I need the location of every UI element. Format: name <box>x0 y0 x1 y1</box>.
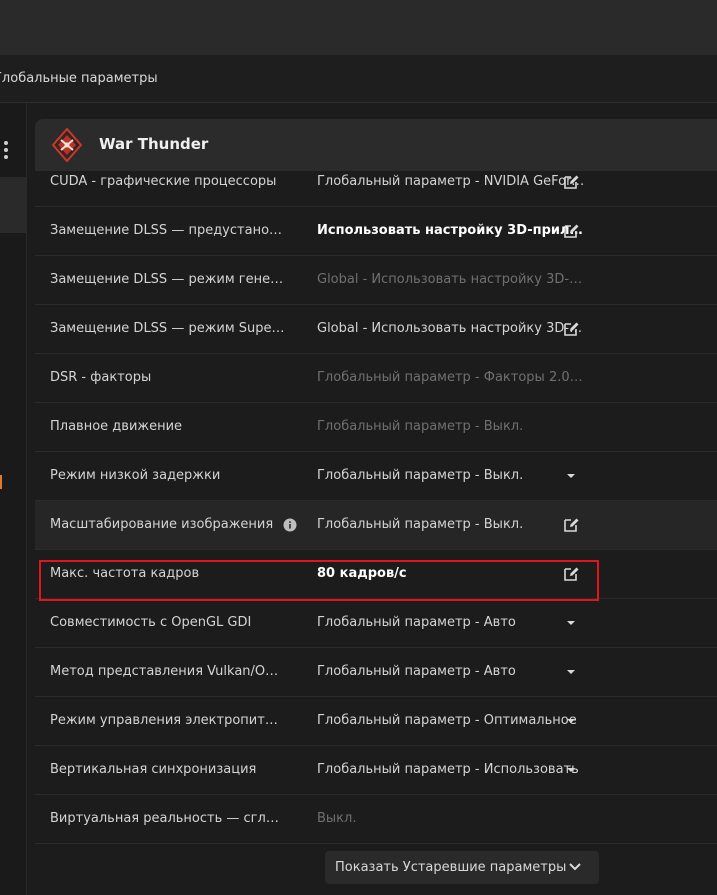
edit-icon[interactable] <box>562 565 580 583</box>
setting-value: Глобальный параметр - Выкл. <box>317 419 524 434</box>
setting-label: Метод представления Vulkan/OpenGL <box>50 664 285 679</box>
settings-list: CUDA - графические процессоры Глобальный … <box>35 163 717 844</box>
setting-value[interactable]: Глобальный параметр - Авто <box>317 664 585 679</box>
setting-row[interactable]: Плавное движение Глобальный параметр - Вы… <box>35 403 717 452</box>
setting-value: Global - Использовать настройку 3D-прило… <box>317 272 585 287</box>
setting-label: Замещение DLSS — предустановка <box>50 223 285 238</box>
setting-row[interactable]: Замещение DLSS — режим генерации кадров G… <box>35 256 717 305</box>
chevron-down-icon[interactable] <box>562 467 580 485</box>
setting-label: Масштабирование изображения <box>50 517 274 532</box>
setting-label: Совместимость с OpenGL GDI <box>50 615 252 630</box>
setting-label: CUDA - графические процессоры <box>50 174 277 189</box>
chevron-down-icon[interactable] <box>562 712 580 730</box>
setting-value[interactable]: Global - Использовать настройку 3D-прило… <box>317 321 585 336</box>
setting-label: Режим управления электропитанием <box>50 713 285 728</box>
setting-row[interactable]: Виртуальная реальность — сглаживание Выкл… <box>35 795 717 844</box>
setting-row[interactable]: Замещение DLSS — предустановка Использова… <box>35 207 717 256</box>
program-list-panel <box>0 103 27 895</box>
setting-row[interactable]: Режим низкой задержки Глобальный параметр… <box>35 452 717 501</box>
setting-label: Вертикальная синхронизация <box>50 762 257 777</box>
info-icon[interactable] <box>283 517 297 532</box>
setting-value[interactable]: Использовать настройку 3D-приложения <box>317 223 585 238</box>
setting-row[interactable]: Макс. частота кадров 80 кадров/с <box>35 550 717 599</box>
setting-row[interactable]: Вертикальная синхронизация Глобальный пар… <box>35 746 717 795</box>
more-vertical-icon[interactable] <box>2 141 10 159</box>
setting-value[interactable]: Глобальный параметр - Выкл. <box>317 517 585 532</box>
show-deprecated-button[interactable]: Показать Устаревшие параметры <box>325 851 599 884</box>
setting-value[interactable]: Глобальный параметр - Выкл. <box>317 468 585 483</box>
setting-row[interactable]: Режим управления электропитанием Глобальн… <box>35 697 717 746</box>
war-thunder-logo-icon <box>52 128 82 162</box>
show-deprecated-label: Показать Устаревшие параметры <box>335 860 567 875</box>
setting-row[interactable]: Совместимость с OpenGL GDI Глобальный пар… <box>35 599 717 648</box>
setting-value[interactable]: Глобальный параметр - Авто <box>317 615 585 630</box>
setting-row[interactable]: Масштабирование изображения Глобальный па… <box>35 501 717 550</box>
edit-icon[interactable] <box>562 516 580 534</box>
setting-label: Режим низкой задержки <box>50 468 221 483</box>
setting-value[interactable]: Глобальный параметр - Оптимальное <box>317 713 585 728</box>
setting-label: DSR - факторы <box>50 370 152 385</box>
setting-label: Плавное движение <box>50 419 183 434</box>
setting-row[interactable]: Замещение DLSS — режим Super Resolution G… <box>35 305 717 354</box>
breadcrumb-bar: Глобальные параметры <box>0 55 717 103</box>
chevron-down-icon[interactable] <box>562 761 580 779</box>
setting-row[interactable]: DSR - факторы Глобальный параметр - Факто… <box>35 354 717 403</box>
setting-value[interactable]: 80 кадров/с <box>317 566 585 581</box>
setting-value: Глобальный параметр - Факторы 2.00x <box>317 370 585 385</box>
edit-icon[interactable] <box>562 222 580 240</box>
title-bar <box>0 0 717 55</box>
edit-icon[interactable] <box>562 320 580 338</box>
setting-label: Замещение DLSS — режим генерации кадров <box>50 272 285 287</box>
setting-value[interactable]: Глобальный параметр - Использовать <box>317 762 585 777</box>
chevron-down-icon <box>569 863 581 871</box>
program-list-selected-item[interactable] <box>0 177 27 233</box>
edit-icon[interactable] <box>562 173 580 191</box>
setting-value: Выкл. <box>317 811 357 826</box>
chevron-down-icon[interactable] <box>562 663 580 681</box>
tab-global-settings[interactable]: Глобальные параметры <box>0 71 158 86</box>
program-list-accent <box>0 475 2 489</box>
program-title: War Thunder <box>99 135 209 153</box>
setting-label: Замещение DLSS — режим Super Resolution <box>50 321 285 336</box>
program-settings-panel: War Thunder CUDA - графические процессор… <box>35 119 717 895</box>
setting-row[interactable]: Метод представления Vulkan/OpenGL Глобаль… <box>35 648 717 697</box>
chevron-down-icon[interactable] <box>562 614 580 632</box>
setting-value[interactable]: Глобальный параметр - NVIDIA GeForce <box>317 174 585 189</box>
setting-label: Макс. частота кадров <box>50 566 200 581</box>
setting-row[interactable]: CUDA - графические процессоры Глобальный … <box>35 163 717 207</box>
setting-label: Виртуальная реальность — сглаживание <box>50 811 285 826</box>
